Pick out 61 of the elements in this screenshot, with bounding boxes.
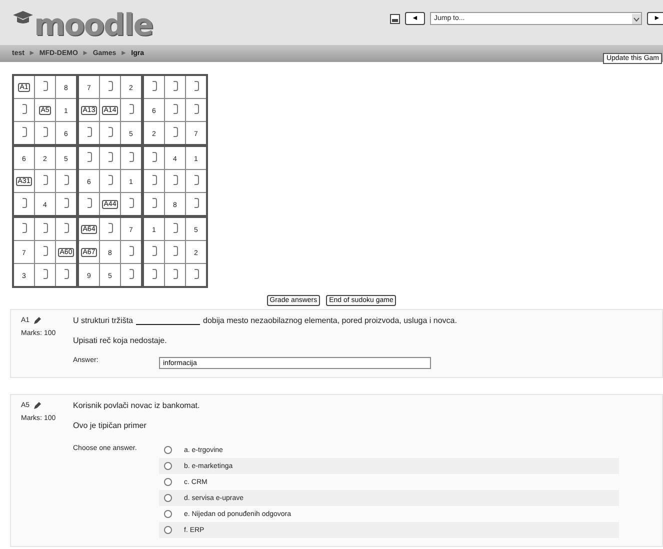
- question-text: U strukturi tržišta: [73, 316, 134, 325]
- empty-cell-icon: [86, 127, 92, 137]
- empty-cell-icon: [42, 175, 48, 185]
- empty-cell-icon: [64, 198, 68, 208]
- empty-cell-icon: [42, 127, 48, 137]
- empty-cell-icon: [64, 269, 68, 279]
- logo: moodle: [34, 10, 153, 42]
- empty-cell-icon: [22, 198, 26, 208]
- empty-cell-icon: [194, 81, 198, 91]
- window-icon[interactable]: [390, 14, 400, 24]
- empty-cell-icon: [128, 104, 134, 114]
- empty-cell-icon: [42, 269, 48, 279]
- empty-cell-icon: [128, 198, 134, 208]
- empty-cell-icon: [152, 81, 156, 91]
- empty-cell-icon: [152, 246, 156, 256]
- empty-cell-icon: [64, 175, 68, 185]
- empty-cell-icon: [152, 175, 156, 185]
- empty-cell-icon: [152, 198, 156, 208]
- empty-cell-icon: [42, 223, 48, 233]
- empty-cell-icon: [86, 152, 92, 162]
- empty-cell-icon: [172, 104, 178, 114]
- radio-button[interactable]: [164, 526, 172, 534]
- empty-cell-icon: [172, 223, 178, 233]
- empty-cell-icon: [194, 175, 198, 185]
- edit-icon[interactable]: [32, 401, 42, 410]
- radio-button[interactable]: [164, 494, 172, 502]
- empty-cell-icon: [128, 269, 134, 279]
- instruction-text: Ovo je tipičan primer: [73, 421, 148, 430]
- radio-button[interactable]: [164, 446, 172, 454]
- empty-cell-icon: [108, 81, 112, 91]
- empty-cell-icon: [172, 269, 178, 279]
- empty-cell-icon: [172, 175, 178, 185]
- empty-cell-icon: [22, 127, 26, 137]
- empty-cell-icon: [42, 246, 48, 256]
- empty-cell-icon: [22, 104, 26, 114]
- empty-cell-icon: [194, 198, 198, 208]
- empty-cell-icon: [194, 104, 198, 114]
- question-text: dobija mesto nezaobilaznog elementa, pored proizvoda, usluga i novca.: [203, 316, 457, 325]
- question-text: Korisnik povlači novac iz bankomat.: [73, 401, 201, 410]
- empty-cell-icon: [194, 269, 198, 279]
- empty-cell-icon: [152, 269, 156, 279]
- radio-button[interactable]: [164, 510, 172, 518]
- empty-cell-icon: [172, 81, 178, 91]
- empty-cell-icon: [108, 175, 112, 185]
- empty-cell-icon: [128, 152, 134, 162]
- empty-cell-icon: [86, 198, 92, 208]
- edit-icon[interactable]: [32, 316, 42, 325]
- instruction-text: Upisati reč koja nedostaje.: [73, 336, 168, 345]
- empty-cell-icon: [108, 152, 112, 162]
- empty-cell-icon: [128, 246, 134, 256]
- empty-cell-icon: [108, 127, 112, 137]
- empty-cell-icon: [64, 223, 68, 233]
- empty-cell-icon: [22, 223, 26, 233]
- empty-cell-icon: [152, 152, 156, 162]
- radio-button[interactable]: [164, 478, 172, 486]
- empty-cell-icon: [172, 127, 178, 137]
- empty-cell-icon: [42, 81, 48, 91]
- radio-button[interactable]: [164, 462, 172, 470]
- graduation-cap-icon: [12, 10, 34, 26]
- empty-cell-icon: [108, 223, 112, 233]
- empty-cell-icon: [172, 246, 178, 256]
